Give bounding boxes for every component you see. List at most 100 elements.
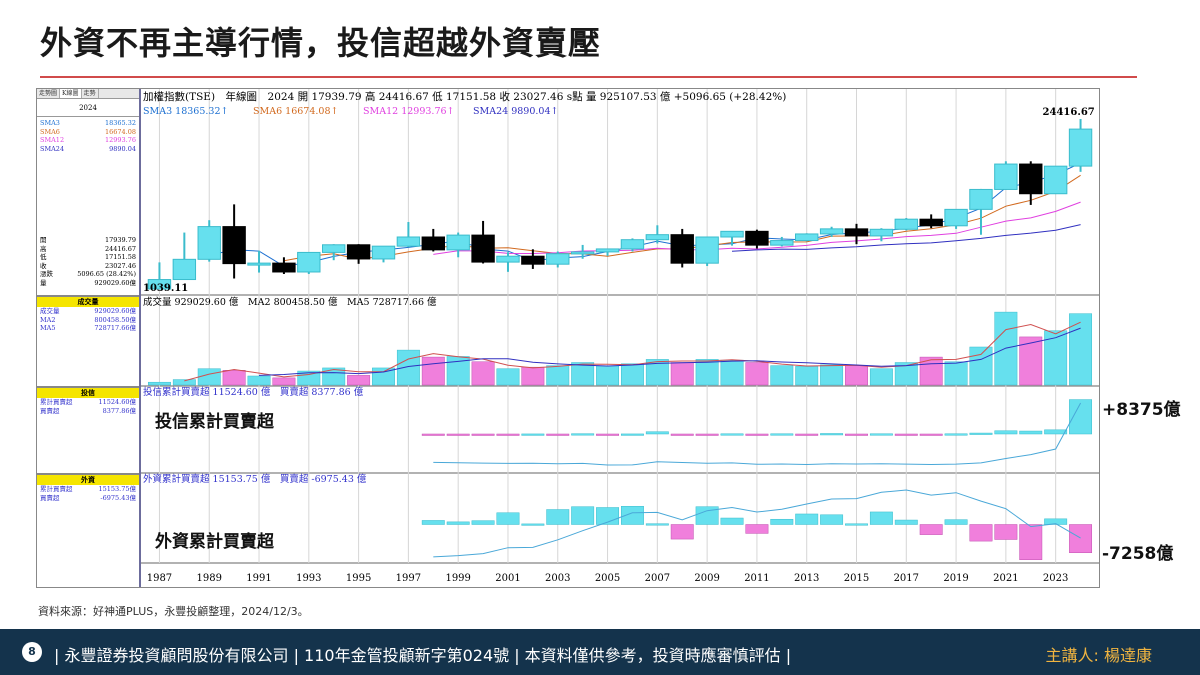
x-tick-label: 1999 bbox=[445, 573, 470, 584]
volume-bar bbox=[596, 365, 620, 386]
volume-bar bbox=[471, 361, 495, 386]
footer-disclaimer: | 永豐證券投資顧問股份有限公司 | 110年金管投顧新字第024號 | 本資料… bbox=[54, 646, 792, 665]
max-price-label: 24416.67 bbox=[1043, 107, 1095, 118]
candle-body bbox=[421, 236, 445, 251]
trust-bar bbox=[869, 433, 893, 436]
trust-row: 累計買賣超 11524.60億 bbox=[37, 398, 139, 407]
ohlc-value: 929029.60億 bbox=[94, 278, 136, 287]
volume-bar bbox=[620, 363, 644, 386]
tab-trend[interactable]: 走勢圖 bbox=[37, 89, 61, 98]
volume-row: MA2 800458.50億 bbox=[37, 316, 139, 325]
ma-key: SMA3 bbox=[40, 119, 60, 127]
foreign-row: 累計買賣超 15153.75億 bbox=[37, 485, 139, 494]
candle-body bbox=[1019, 163, 1043, 195]
foreign-bar bbox=[421, 520, 445, 525]
trust-bar bbox=[645, 431, 669, 435]
x-tick-label: 2023 bbox=[1043, 573, 1068, 584]
foreign-bar bbox=[969, 524, 993, 542]
foreign-bar bbox=[745, 524, 769, 534]
candle-body bbox=[272, 262, 296, 273]
trust-bar bbox=[820, 433, 844, 436]
ohlc-key: 收 bbox=[40, 261, 47, 270]
ma-key: SMA12 bbox=[40, 136, 65, 144]
foreign-head: 外資 bbox=[37, 474, 139, 485]
volume-legend: 成交量 929029.60 億 MA2 800458.50 億 MA5 7287… bbox=[143, 296, 437, 308]
candle-body bbox=[371, 245, 396, 260]
volume-bar bbox=[820, 364, 844, 386]
trust-bar bbox=[919, 433, 943, 436]
foreign-legend: 外資累計買賣超 15153.75 億 買賣超 -6975.43 億 bbox=[143, 473, 367, 485]
candle-body bbox=[894, 218, 918, 230]
ohlc-value: 24416.67 bbox=[104, 244, 136, 253]
trust-value: 8377.86億 bbox=[102, 406, 136, 415]
x-tick-label: 1991 bbox=[246, 573, 271, 584]
ohlc-row: 高 24416.67 bbox=[37, 245, 139, 254]
foreign-value-annotation: -7258億 bbox=[1102, 544, 1174, 564]
trust-annotation: 投信累計買賣超 bbox=[155, 412, 274, 432]
volume-bar bbox=[944, 361, 968, 386]
ma-value: 12993.76 bbox=[104, 136, 136, 144]
sma-legend-item: SMA3 18365.32↑ bbox=[143, 106, 228, 117]
candle-body bbox=[322, 244, 346, 253]
ma-row: SMA6 16674.08 bbox=[37, 128, 139, 137]
foreign-bar bbox=[571, 506, 595, 525]
foreign-bar bbox=[795, 513, 819, 525]
candle-body bbox=[670, 234, 694, 264]
candle-body bbox=[197, 226, 221, 260]
footer-bar: 8 | 永豐證券投資顧問股份有限公司 | 110年金管投顧新字第024號 | 本… bbox=[0, 629, 1200, 675]
trust-row: 買賣超 8377.86億 bbox=[37, 407, 139, 416]
year-label: 2024 bbox=[37, 99, 139, 117]
source-note: 資料來源：好神通PLUS，永豐投顧整理，2024/12/3。 bbox=[38, 605, 309, 618]
foreign-bar bbox=[645, 523, 669, 526]
foreign-bar bbox=[944, 519, 968, 525]
trust-bar bbox=[546, 433, 570, 436]
candle-body bbox=[1068, 128, 1093, 167]
volume-bar bbox=[247, 375, 271, 386]
info-panel: 走勢圖 K線圖 走勢 2024 SMA3 18365.32 SMA6 16674.08… bbox=[37, 89, 141, 587]
foreign-bar bbox=[496, 512, 520, 525]
candle-body bbox=[222, 226, 246, 265]
volume-bar bbox=[1044, 330, 1068, 386]
ohlc-row: 量 929029.60億 bbox=[37, 279, 139, 288]
candle-body bbox=[595, 248, 620, 253]
volume-value: 728717.66億 bbox=[94, 324, 136, 332]
sma-legend-item: SMA12 12993.76↑ bbox=[363, 106, 455, 117]
ma-value: 16674.08 bbox=[104, 127, 136, 136]
foreign-bar bbox=[845, 523, 868, 526]
volume-row: MA5 728717.66億 bbox=[37, 324, 139, 333]
chart-area[interactable]: 加權指數(TSE) 年線圖 2024 開 17939.79 高 24416.67… bbox=[141, 89, 1099, 587]
volume-bar bbox=[670, 362, 694, 386]
foreign-bar bbox=[770, 518, 794, 525]
ohlc-key: 高 bbox=[40, 244, 47, 253]
trust-bar bbox=[994, 430, 1018, 435]
volume-bar bbox=[421, 356, 445, 386]
candle-body bbox=[297, 251, 321, 273]
x-tick-label: 2021 bbox=[993, 573, 1018, 584]
tab-trend-2[interactable]: 走勢 bbox=[82, 89, 99, 98]
ohlc-row: 低 17151.58 bbox=[37, 253, 139, 262]
tab-kline[interactable]: K線圖 bbox=[60, 89, 82, 98]
candle-body bbox=[1043, 165, 1068, 195]
volume-bar bbox=[695, 359, 719, 386]
ma-row: SMA3 18365.32 bbox=[37, 119, 139, 128]
volume-key: 成交量 bbox=[40, 307, 60, 315]
ohlc-list: 開 17939.79 高 24416.67 低 17151.58 收 23027.46 漲跌 50… bbox=[37, 236, 139, 287]
ohlc-value: 5096.65 (28.42%) bbox=[77, 270, 136, 278]
trust-bar bbox=[446, 433, 470, 436]
trust-bar bbox=[496, 433, 520, 436]
trust-info: 投信 累計買賣超 11524.60億 買賣超 8377.86億 bbox=[37, 386, 139, 415]
x-tick-label: 2011 bbox=[744, 573, 769, 584]
trust-key: 買賣超 bbox=[40, 406, 60, 415]
candle-body bbox=[247, 262, 271, 266]
candle-body bbox=[645, 234, 670, 241]
x-tick-label: 2003 bbox=[545, 573, 570, 584]
trust-bar bbox=[670, 433, 694, 436]
ma-value: 9890.04 bbox=[109, 144, 136, 153]
trust-bar bbox=[1019, 430, 1043, 435]
volume-bar bbox=[845, 365, 868, 386]
volume-key: MA2 bbox=[40, 315, 56, 324]
trust-bar bbox=[471, 433, 495, 436]
foreign-bar bbox=[919, 524, 943, 535]
foreign-bar bbox=[670, 524, 694, 540]
candle-body bbox=[844, 228, 869, 237]
